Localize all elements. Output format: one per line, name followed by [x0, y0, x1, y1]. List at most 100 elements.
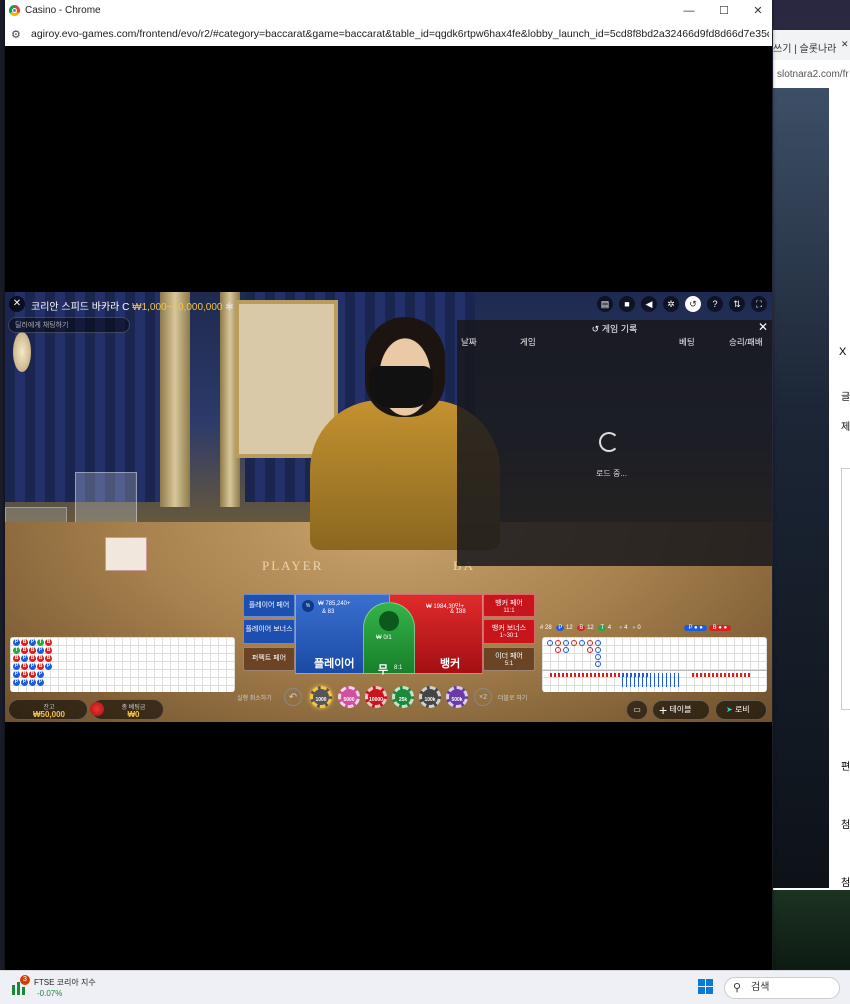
close-window-button[interactable]: ✕ — [747, 3, 769, 19]
chandelier — [13, 332, 31, 372]
history-col-result: 승리/패배 — [729, 337, 763, 347]
bead-road-cell: B — [45, 647, 52, 654]
bead-road-cell: P — [37, 679, 44, 686]
stock-widget-icon[interactable]: 3 — [12, 975, 30, 995]
player-ask-button[interactable]: P ● ● — [684, 625, 707, 631]
chat-input[interactable]: 딜러에게 채팅하기 — [8, 317, 130, 333]
bead-road-cell: B — [21, 647, 28, 654]
banker-pair-count: 0 — [637, 625, 641, 631]
chrome-icon — [9, 5, 20, 16]
bet-limit: ₩1,000~10,000,000 — [132, 302, 223, 313]
player-bonus-button[interactable]: 플레이어 보너스 — [243, 619, 295, 644]
perfect-pair-button[interactable]: 퍼펙트 페어 — [243, 647, 295, 671]
banker-bonus-label: 뱅커 보너스 — [491, 625, 527, 632]
banker-bonus-button[interactable]: 뱅커 보너스 1~30:1 — [483, 619, 535, 644]
chip-25k[interactable]: 25k — [392, 686, 414, 708]
help-icon[interactable]: ? — [707, 296, 723, 312]
tie-bet-button[interactable]: ₩ 0/1 무 8:1 — [363, 602, 415, 676]
bead-road-cell: P — [21, 679, 28, 686]
close-game-icon[interactable]: ✕ — [9, 296, 25, 312]
undo-icon[interactable]: ↶ — [284, 688, 302, 706]
url-text[interactable]: agiroy.evo-games.com/frontend/evo/r2/#ca… — [31, 28, 769, 40]
banker-bonus-ratio: 1~30:1 — [499, 633, 519, 639]
camera-icon[interactable]: ■ — [619, 296, 635, 312]
big-road-mark — [563, 647, 569, 653]
banker-pair-ratio: 11:1 — [503, 608, 515, 614]
banker-pair-label: 뱅커 페어 — [495, 600, 523, 607]
bead-road-cell: B — [21, 671, 28, 678]
windows-start-icon[interactable] — [698, 979, 714, 995]
stock-name[interactable]: FTSE 코리아 지수 — [34, 977, 96, 988]
bead-road-cell: P — [29, 663, 36, 670]
bead-road-cell: T — [37, 639, 44, 646]
notification-badge: 3 — [20, 975, 30, 985]
bead-road-cell: P — [45, 663, 52, 670]
player-label: 플레이어 — [314, 658, 355, 670]
bead-road-cell: B — [45, 655, 52, 662]
taskbar-search-input[interactable]: ⚲ 검색 — [724, 977, 840, 999]
chip-500k[interactable]: 500k — [446, 686, 468, 708]
title-bar: Casino - Chrome — ☐ ✕ — [5, 0, 772, 23]
bead-road-cell: P — [21, 655, 28, 662]
maximize-button[interactable]: ☐ — [713, 3, 735, 19]
chat-toggle-icon[interactable]: ▭ — [626, 700, 648, 720]
tie-percent-icon — [379, 611, 399, 631]
player-pair-button[interactable]: 플레이어 페어 — [243, 594, 295, 617]
site-settings-icon[interactable]: ⚙ — [11, 28, 21, 41]
card-stack — [105, 537, 147, 571]
history-col-date: 날짜 — [461, 337, 477, 347]
casino-browser-window: Casino - Chrome — ☐ ✕ ⚙ agiroy.evo-games… — [5, 0, 772, 970]
minimize-button[interactable]: — — [678, 3, 700, 19]
road-divider — [542, 670, 767, 671]
player-pair-count: 4 — [624, 625, 628, 631]
address-bar[interactable]: ⚙ agiroy.evo-games.com/frontend/evo/r2/#… — [5, 22, 772, 46]
favorite-icon[interactable]: ✱ — [225, 302, 233, 313]
round-number: # 28 — [540, 625, 552, 631]
double-icon[interactable]: ×2 — [474, 688, 492, 706]
window-title: Casino - Chrome — [25, 5, 101, 16]
banker-pair-count-icon: ● — [632, 625, 636, 631]
big-road-mark — [587, 640, 593, 646]
taskbar: 3 FTSE 코리아 지수 -0.07% ⚲ 검색 — [0, 970, 850, 1004]
big-road-mark — [563, 640, 569, 646]
search-label: 검색 — [751, 982, 770, 993]
background-tab[interactable]: 쓰기 | 슬롯나라 ✕ — [773, 30, 850, 60]
game-title: 코리안 스피드 바카라 C ₩1,000~10,000,000 ✱ — [31, 298, 234, 313]
chat-icon[interactable]: ▤ — [597, 296, 613, 312]
bead-road-cell: P — [13, 639, 20, 646]
background-url-bar[interactable]: slotnara2.com/fr — [773, 60, 850, 89]
settings-icon[interactable]: ✲ — [663, 296, 679, 312]
big-road-mark — [595, 654, 601, 660]
tables-button[interactable]: + 테이블 — [652, 700, 710, 720]
either-pair-button[interactable]: 이더 페어 5:1 — [483, 647, 535, 671]
banker-pair-button[interactable]: 뱅커 페어 11:1 — [483, 594, 535, 617]
share-icon[interactable]: ⇅ — [729, 296, 745, 312]
history-title: ↺ 게임 기록 — [591, 324, 638, 334]
background-text-1: 글 — [841, 392, 850, 403]
chip-5000[interactable]: 5000 — [338, 686, 360, 708]
background-browser-window[interactable]: 쓰기 | 슬롯나라 ✕ slotnara2.com/fr X 글 제 편 첨 첨 — [773, 30, 850, 890]
lobby-label: 로비 — [734, 705, 750, 714]
history-close-icon[interactable]: ✕ — [758, 320, 768, 334]
bead-road-cell: B — [21, 663, 28, 670]
fullscreen-icon[interactable]: ⛶ — [751, 296, 767, 312]
background-editor-box[interactable] — [841, 468, 850, 710]
tie-label: 무 — [378, 664, 389, 676]
chip-1000[interactable]: 1000 — [310, 686, 332, 708]
lobby-button[interactable]: ➤ 로비 — [715, 700, 767, 720]
background-text-4: 첨 — [841, 820, 850, 831]
gold-pillar-left — [160, 292, 190, 507]
background-text-5: 첨 — [841, 878, 850, 889]
either-pair-label: 이더 페어 — [495, 653, 523, 660]
chip-100k[interactable]: 100k — [419, 686, 441, 708]
background-tab-close-icon[interactable]: ✕ — [841, 39, 849, 50]
background-text-3: 편 — [841, 762, 850, 773]
bead-road-cell: P — [13, 663, 20, 670]
banker-ask-button[interactable]: B ● ● — [708, 625, 732, 631]
history-icon[interactable]: ↺ — [685, 296, 701, 312]
game-history-panel: ↺ 게임 기록 ✕ 날짜 게임 베팅 승리/패배 로드 중... — [457, 320, 772, 566]
bead-road-cell: T — [13, 647, 20, 654]
chip-10000[interactable]: 10000 — [365, 686, 387, 708]
total-bet-pill: 총 베팅금 ₩0 — [90, 699, 164, 720]
sound-icon[interactable]: ◀ — [641, 296, 657, 312]
